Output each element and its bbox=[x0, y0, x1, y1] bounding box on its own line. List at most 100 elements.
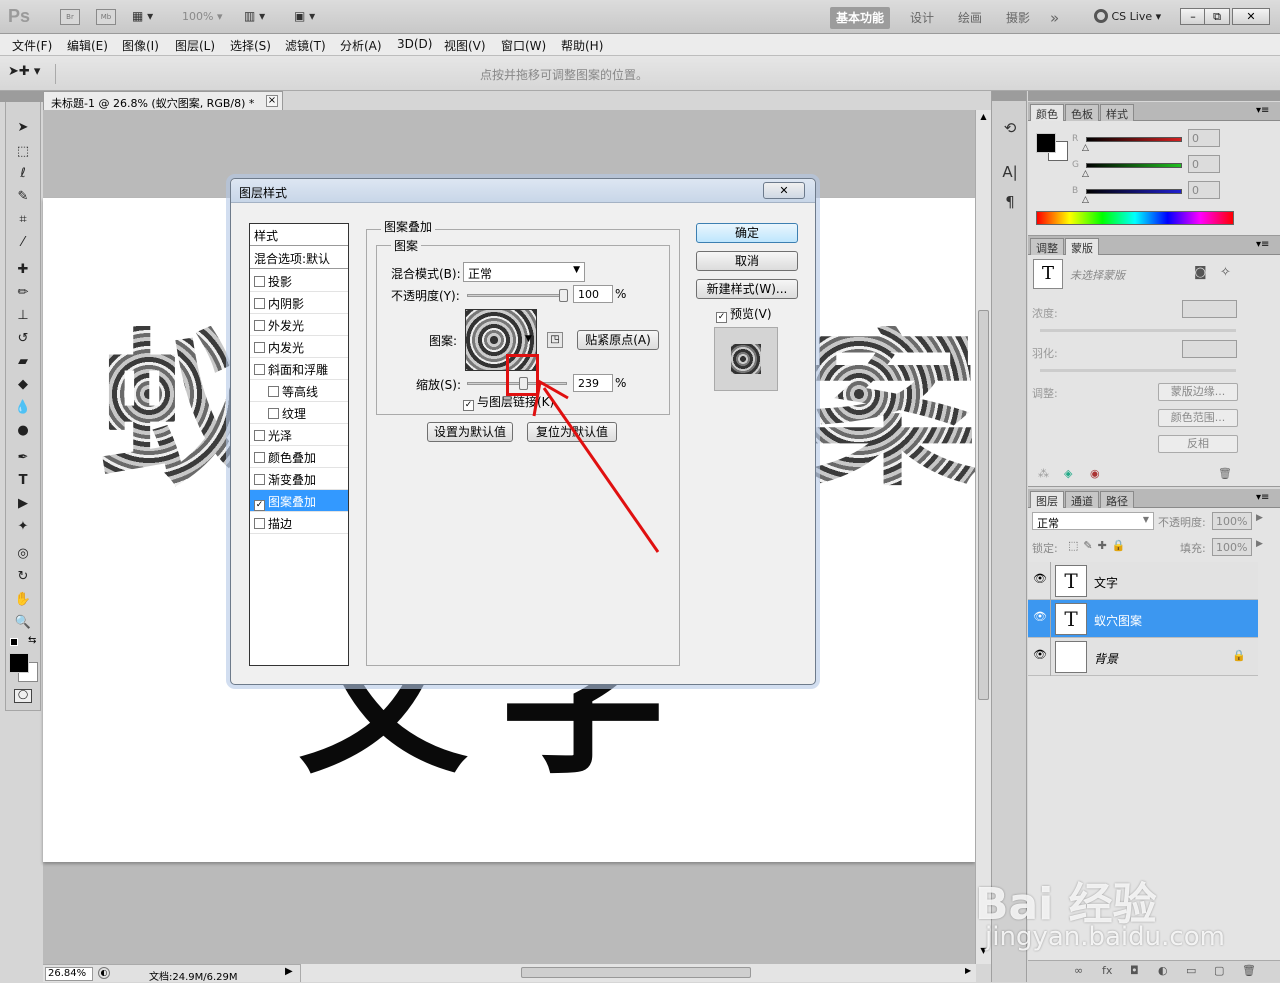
style-checkbox[interactable] bbox=[254, 276, 265, 287]
cs-live-menu[interactable]: CS Live ▾ bbox=[1094, 9, 1161, 23]
delete-mask-icon[interactable]: 🗑 bbox=[1218, 467, 1232, 480]
marquee-tool-icon[interactable]: ⬚ bbox=[12, 142, 34, 162]
style-checkbox[interactable]: ✓ bbox=[254, 500, 265, 511]
fill-arrow-icon[interactable]: ▶ bbox=[1256, 539, 1263, 549]
load-selection-icon[interactable]: ⁂ bbox=[1038, 467, 1049, 480]
ok-button[interactable]: 确定 bbox=[696, 223, 798, 243]
tab-adjustments[interactable]: 调整 bbox=[1030, 238, 1064, 255]
channel-g-slider[interactable] bbox=[1086, 163, 1182, 168]
blur-tool-icon[interactable]: 💧 bbox=[12, 398, 34, 418]
workspace-design[interactable]: 设计 bbox=[904, 7, 940, 29]
disable-mask-icon[interactable]: ◉ bbox=[1090, 467, 1100, 480]
horizontal-scroll-thumb[interactable] bbox=[521, 967, 751, 978]
layer-row[interactable]: 👁 背景 🔒 bbox=[1028, 638, 1258, 676]
density-input[interactable] bbox=[1182, 300, 1237, 318]
adjustment-layer-icon[interactable]: ◐ bbox=[1158, 964, 1168, 977]
minibridge-button[interactable]: Mb bbox=[96, 9, 116, 25]
workspace-photography[interactable]: 摄影 bbox=[1000, 7, 1036, 29]
menu-3d[interactable]: 3D(D) bbox=[397, 37, 432, 51]
style-item[interactable]: 外发光 bbox=[250, 314, 348, 336]
mask-edge-button[interactable]: 蒙版边缘... bbox=[1158, 383, 1238, 401]
character-panel-icon[interactable]: A| bbox=[1000, 163, 1020, 183]
mask-panel-menu-icon[interactable]: ▾≡ bbox=[1256, 239, 1269, 250]
3d-orbit-tool-icon[interactable]: ↻ bbox=[12, 567, 34, 587]
opacity-input[interactable]: 100 bbox=[573, 285, 613, 303]
tab-layers[interactable]: 图层 bbox=[1030, 491, 1064, 508]
density-slider[interactable] bbox=[1040, 329, 1236, 332]
status-info-icon[interactable]: ◐ bbox=[98, 967, 110, 979]
layer-opacity-input[interactable]: 100% bbox=[1212, 512, 1252, 530]
color-panel-menu-icon[interactable]: ▾≡ bbox=[1256, 105, 1269, 116]
tab-channels[interactable]: 通道 bbox=[1065, 491, 1099, 508]
scroll-right-icon[interactable]: ▶ bbox=[965, 966, 971, 975]
panels-header[interactable] bbox=[1028, 91, 1280, 101]
preview-checkbox[interactable]: ✓ 预览(V) bbox=[716, 305, 772, 323]
menu-image[interactable]: 图像(I) bbox=[122, 37, 159, 54]
snap-to-origin-button[interactable]: 贴紧原点(A) bbox=[577, 330, 659, 350]
add-mask-icon[interactable]: ◘ bbox=[1130, 964, 1139, 977]
scroll-up-icon[interactable]: ▲ bbox=[977, 112, 990, 124]
layer-name[interactable]: 文字 bbox=[1094, 574, 1118, 591]
style-item[interactable]: 投影 bbox=[250, 270, 348, 292]
healing-brush-tool-icon[interactable]: ✚ bbox=[12, 260, 34, 280]
invert-button[interactable]: 反相 bbox=[1158, 435, 1238, 453]
preview-checkbox-box[interactable]: ✓ bbox=[716, 312, 727, 323]
history-panel-icon[interactable]: ⟲ bbox=[1000, 119, 1020, 139]
blend-mode-dropdown[interactable]: 正常 ▼ bbox=[463, 262, 585, 282]
link-checkbox-box[interactable]: ✓ bbox=[463, 400, 474, 411]
move-tool-icon[interactable]: ➤ bbox=[12, 118, 34, 138]
menu-edit[interactable]: 编辑(E) bbox=[67, 37, 108, 54]
foreground-color-swatch[interactable] bbox=[9, 653, 29, 673]
tab-paths[interactable]: 路径 bbox=[1100, 491, 1134, 508]
color-ramp[interactable] bbox=[1036, 211, 1234, 225]
crop-tool-icon[interactable]: ⌗ bbox=[12, 210, 34, 230]
feather-input[interactable] bbox=[1182, 340, 1237, 358]
channel-b-marker-icon[interactable]: △ bbox=[1082, 195, 1089, 205]
restore-button[interactable]: ⧉ bbox=[1204, 8, 1230, 25]
tab-swatches[interactable]: 色板 bbox=[1065, 104, 1099, 121]
new-group-icon[interactable]: ▭ bbox=[1186, 964, 1196, 977]
style-checkbox[interactable] bbox=[268, 386, 279, 397]
channel-b-slider[interactable] bbox=[1086, 189, 1182, 194]
blend-mode-select[interactable]: 正常 ▼ bbox=[1032, 512, 1154, 530]
paint-bucket-tool-icon[interactable]: ◆ bbox=[12, 375, 34, 395]
menu-file[interactable]: 文件(F) bbox=[12, 37, 52, 54]
visibility-eye-icon[interactable]: 👁 bbox=[1032, 610, 1048, 626]
foreground-swatch[interactable] bbox=[1036, 133, 1056, 153]
dialog-title-bar[interactable]: 图层样式 bbox=[231, 179, 815, 203]
default-colors-icon[interactable] bbox=[10, 638, 18, 646]
apply-mask-icon[interactable]: ◈ bbox=[1064, 467, 1072, 480]
move-tool-preset-picker[interactable]: ➤✚ ▾ bbox=[8, 64, 56, 84]
close-window-button[interactable]: ✕ bbox=[1232, 8, 1270, 25]
fill-input[interactable]: 100% bbox=[1212, 538, 1252, 556]
style-checkbox[interactable] bbox=[254, 518, 265, 529]
visibility-eye-icon[interactable]: 👁 bbox=[1032, 648, 1048, 664]
opacity-slider-thumb[interactable] bbox=[559, 289, 568, 302]
feather-slider[interactable] bbox=[1040, 369, 1236, 372]
type-tool-icon[interactable]: T bbox=[12, 471, 34, 491]
brush-tool-icon[interactable]: ✏ bbox=[12, 283, 34, 303]
tab-styles[interactable]: 样式 bbox=[1100, 104, 1134, 121]
style-checkbox[interactable] bbox=[268, 408, 279, 419]
style-checkbox[interactable] bbox=[254, 474, 265, 485]
document-tab[interactable]: 未标题-1 @ 26.8% (蚁穴图案, RGB/8) * × bbox=[43, 91, 283, 110]
new-style-button[interactable]: 新建样式(W)... bbox=[696, 279, 798, 299]
layers-panel-menu-icon[interactable]: ▾≡ bbox=[1256, 492, 1269, 503]
menu-layer[interactable]: 图层(L) bbox=[175, 37, 215, 54]
cancel-button[interactable]: 取消 bbox=[696, 251, 798, 271]
arrange-documents-menu[interactable]: ▥ ▾ bbox=[244, 9, 265, 23]
set-default-button[interactable]: 设置为默认值 bbox=[427, 422, 513, 442]
style-item[interactable]: ✓ 图案叠加 bbox=[250, 490, 348, 512]
tab-color[interactable]: 颜色 bbox=[1030, 104, 1064, 121]
channel-b-input[interactable]: 0 bbox=[1188, 181, 1220, 199]
history-brush-tool-icon[interactable]: ↺ bbox=[12, 329, 34, 349]
menu-help[interactable]: 帮助(H) bbox=[561, 37, 603, 54]
paragraph-panel-icon[interactable]: ¶ bbox=[1000, 193, 1020, 213]
visibility-eye-icon[interactable]: 👁 bbox=[1032, 572, 1048, 588]
quick-select-tool-icon[interactable]: ✎ bbox=[12, 187, 34, 207]
layer-row[interactable]: 👁 T 文字 bbox=[1028, 562, 1258, 600]
channel-r-marker-icon[interactable]: △ bbox=[1082, 143, 1089, 153]
channel-g-input[interactable]: 0 bbox=[1188, 155, 1220, 173]
zoom-level-select[interactable]: 100% ▾ bbox=[182, 10, 222, 23]
tab-masks[interactable]: 蒙版 bbox=[1065, 238, 1099, 255]
